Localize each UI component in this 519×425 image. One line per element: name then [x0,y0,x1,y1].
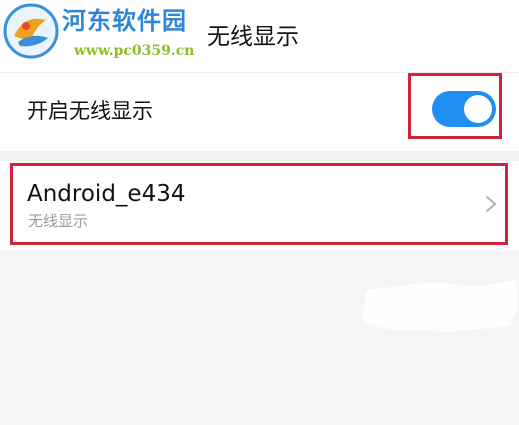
redaction-mark [362,280,518,332]
wireless-display-row[interactable]: 开启无线显示 [0,73,519,151]
watermark: 河东软件园 www.pc0359.cn [0,0,215,72]
page-title: 无线显示 [207,24,299,50]
device-name: Android_e434 [27,181,186,207]
app-header: 无线显示 河东软件园 www.pc0359.cn [0,0,519,72]
site-logo-icon [3,3,59,59]
toggle-knob [464,95,492,123]
wireless-display-label: 开启无线显示 [27,99,153,123]
watermark-url: www.pc0359.cn [74,43,195,59]
section-gap [0,151,519,161]
watermark-name: 河东软件园 [62,6,187,35]
device-list-item[interactable]: Android_e434 无线显示 [0,161,519,251]
wireless-display-toggle[interactable] [432,91,496,127]
device-subtitle: 无线显示 [28,212,89,230]
chevron-right-icon [486,196,496,212]
